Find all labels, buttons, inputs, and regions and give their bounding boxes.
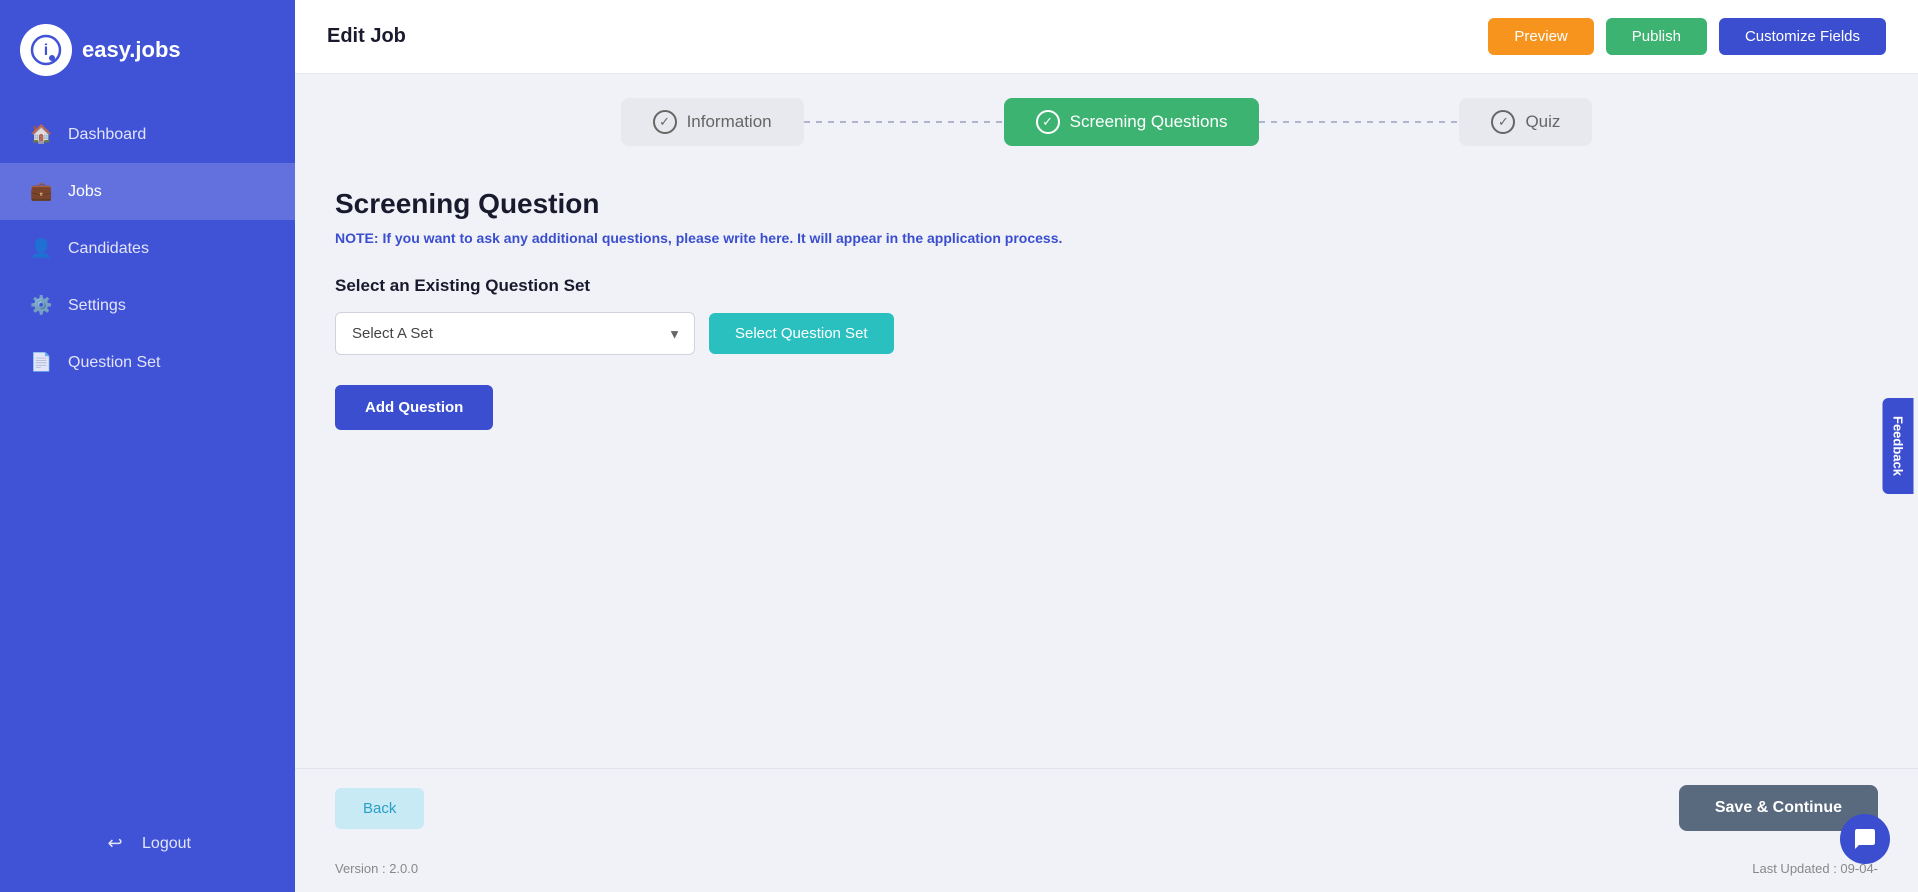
sidebar-item-logout[interactable]: ↩ Logout <box>74 815 221 872</box>
logo-icon: i <box>20 24 72 76</box>
note-prefix: NOTE: <box>335 230 379 246</box>
sidebar-label-dashboard: Dashboard <box>68 126 146 144</box>
step-connector-2 <box>1259 121 1459 123</box>
sidebar-nav: 🏠 Dashboard 💼 Jobs 👤 Candidates ⚙️ Setti… <box>0 106 295 815</box>
question-set-row: Select A Set ▼ Select Question Set <box>335 312 1878 355</box>
sidebar-item-settings[interactable]: ⚙️ Settings <box>0 277 295 334</box>
sidebar-item-jobs[interactable]: 💼 Jobs <box>0 163 295 220</box>
question-set-icon: 📄 <box>30 352 52 373</box>
section-title: Screening Question <box>335 188 1878 220</box>
step-quiz[interactable]: ✓ Quiz <box>1459 98 1592 146</box>
sidebar-label-jobs: Jobs <box>68 183 102 201</box>
bottom-actions: Back Save & Continue <box>295 768 1918 851</box>
sidebar-label-question-set: Question Set <box>68 354 161 372</box>
header: Edit Job Preview Publish Customize Field… <box>295 0 1918 74</box>
note-body: If you want to ask any additional questi… <box>382 230 1062 246</box>
step-screening-icon: ✓ <box>1036 110 1060 134</box>
svg-text:i: i <box>44 42 48 59</box>
settings-icon: ⚙️ <box>30 295 52 316</box>
sidebar: i easy.jobs 🏠 Dashboard 💼 Jobs 👤 Candida… <box>0 0 295 892</box>
sidebar-label-logout: Logout <box>142 835 191 853</box>
sidebar-item-candidates[interactable]: 👤 Candidates <box>0 220 295 277</box>
select-set-wrapper: Select A Set ▼ <box>335 312 695 355</box>
sidebar-item-dashboard[interactable]: 🏠 Dashboard <box>0 106 295 163</box>
logo-text: easy.jobs <box>82 37 181 63</box>
existing-set-label: Select an Existing Question Set <box>335 276 1878 296</box>
logout-icon: ↩ <box>104 833 126 854</box>
step-screening-label: Screening Questions <box>1070 112 1228 132</box>
candidates-icon: 👤 <box>30 238 52 259</box>
home-icon: 🏠 <box>30 124 52 145</box>
logout-area: ↩ Logout <box>74 815 221 892</box>
back-button[interactable]: Back <box>335 788 424 829</box>
footer: Version : 2.0.0 Last Updated : 09-04- <box>295 851 1918 892</box>
sidebar-label-candidates: Candidates <box>68 240 149 258</box>
step-connector-1 <box>804 121 1004 123</box>
jobs-icon: 💼 <box>30 181 52 202</box>
step-information-icon: ✓ <box>653 110 677 134</box>
add-question-button[interactable]: Add Question <box>335 385 493 430</box>
content-area: Screening Question NOTE: If you want to … <box>295 156 1918 768</box>
step-quiz-icon: ✓ <box>1491 110 1515 134</box>
sidebar-label-settings: Settings <box>68 297 126 315</box>
steps-container: ✓ Information ✓ Screening Questions ✓ Qu… <box>295 74 1918 156</box>
page-title: Edit Job <box>327 25 406 48</box>
step-screening[interactable]: ✓ Screening Questions <box>1004 98 1260 146</box>
chat-button[interactable] <box>1840 814 1890 864</box>
sidebar-item-question-set[interactable]: 📄 Question Set <box>0 334 295 391</box>
header-actions: Preview Publish Customize Fields <box>1488 18 1886 55</box>
version-text: Version : 2.0.0 <box>335 861 418 876</box>
preview-button[interactable]: Preview <box>1488 18 1593 55</box>
customize-fields-button[interactable]: Customize Fields <box>1719 18 1886 55</box>
logo-area: i easy.jobs <box>0 0 295 106</box>
publish-button[interactable]: Publish <box>1606 18 1707 55</box>
select-set-dropdown[interactable]: Select A Set <box>335 312 695 355</box>
step-information[interactable]: ✓ Information <box>621 98 804 146</box>
feedback-tab[interactable]: Feedback <box>1883 398 1914 494</box>
step-quiz-label: Quiz <box>1525 112 1560 132</box>
note-text: NOTE: If you want to ask any additional … <box>335 230 1878 246</box>
step-information-label: Information <box>687 112 772 132</box>
main-content: Edit Job Preview Publish Customize Field… <box>295 0 1918 892</box>
select-question-set-button[interactable]: Select Question Set <box>709 313 894 354</box>
